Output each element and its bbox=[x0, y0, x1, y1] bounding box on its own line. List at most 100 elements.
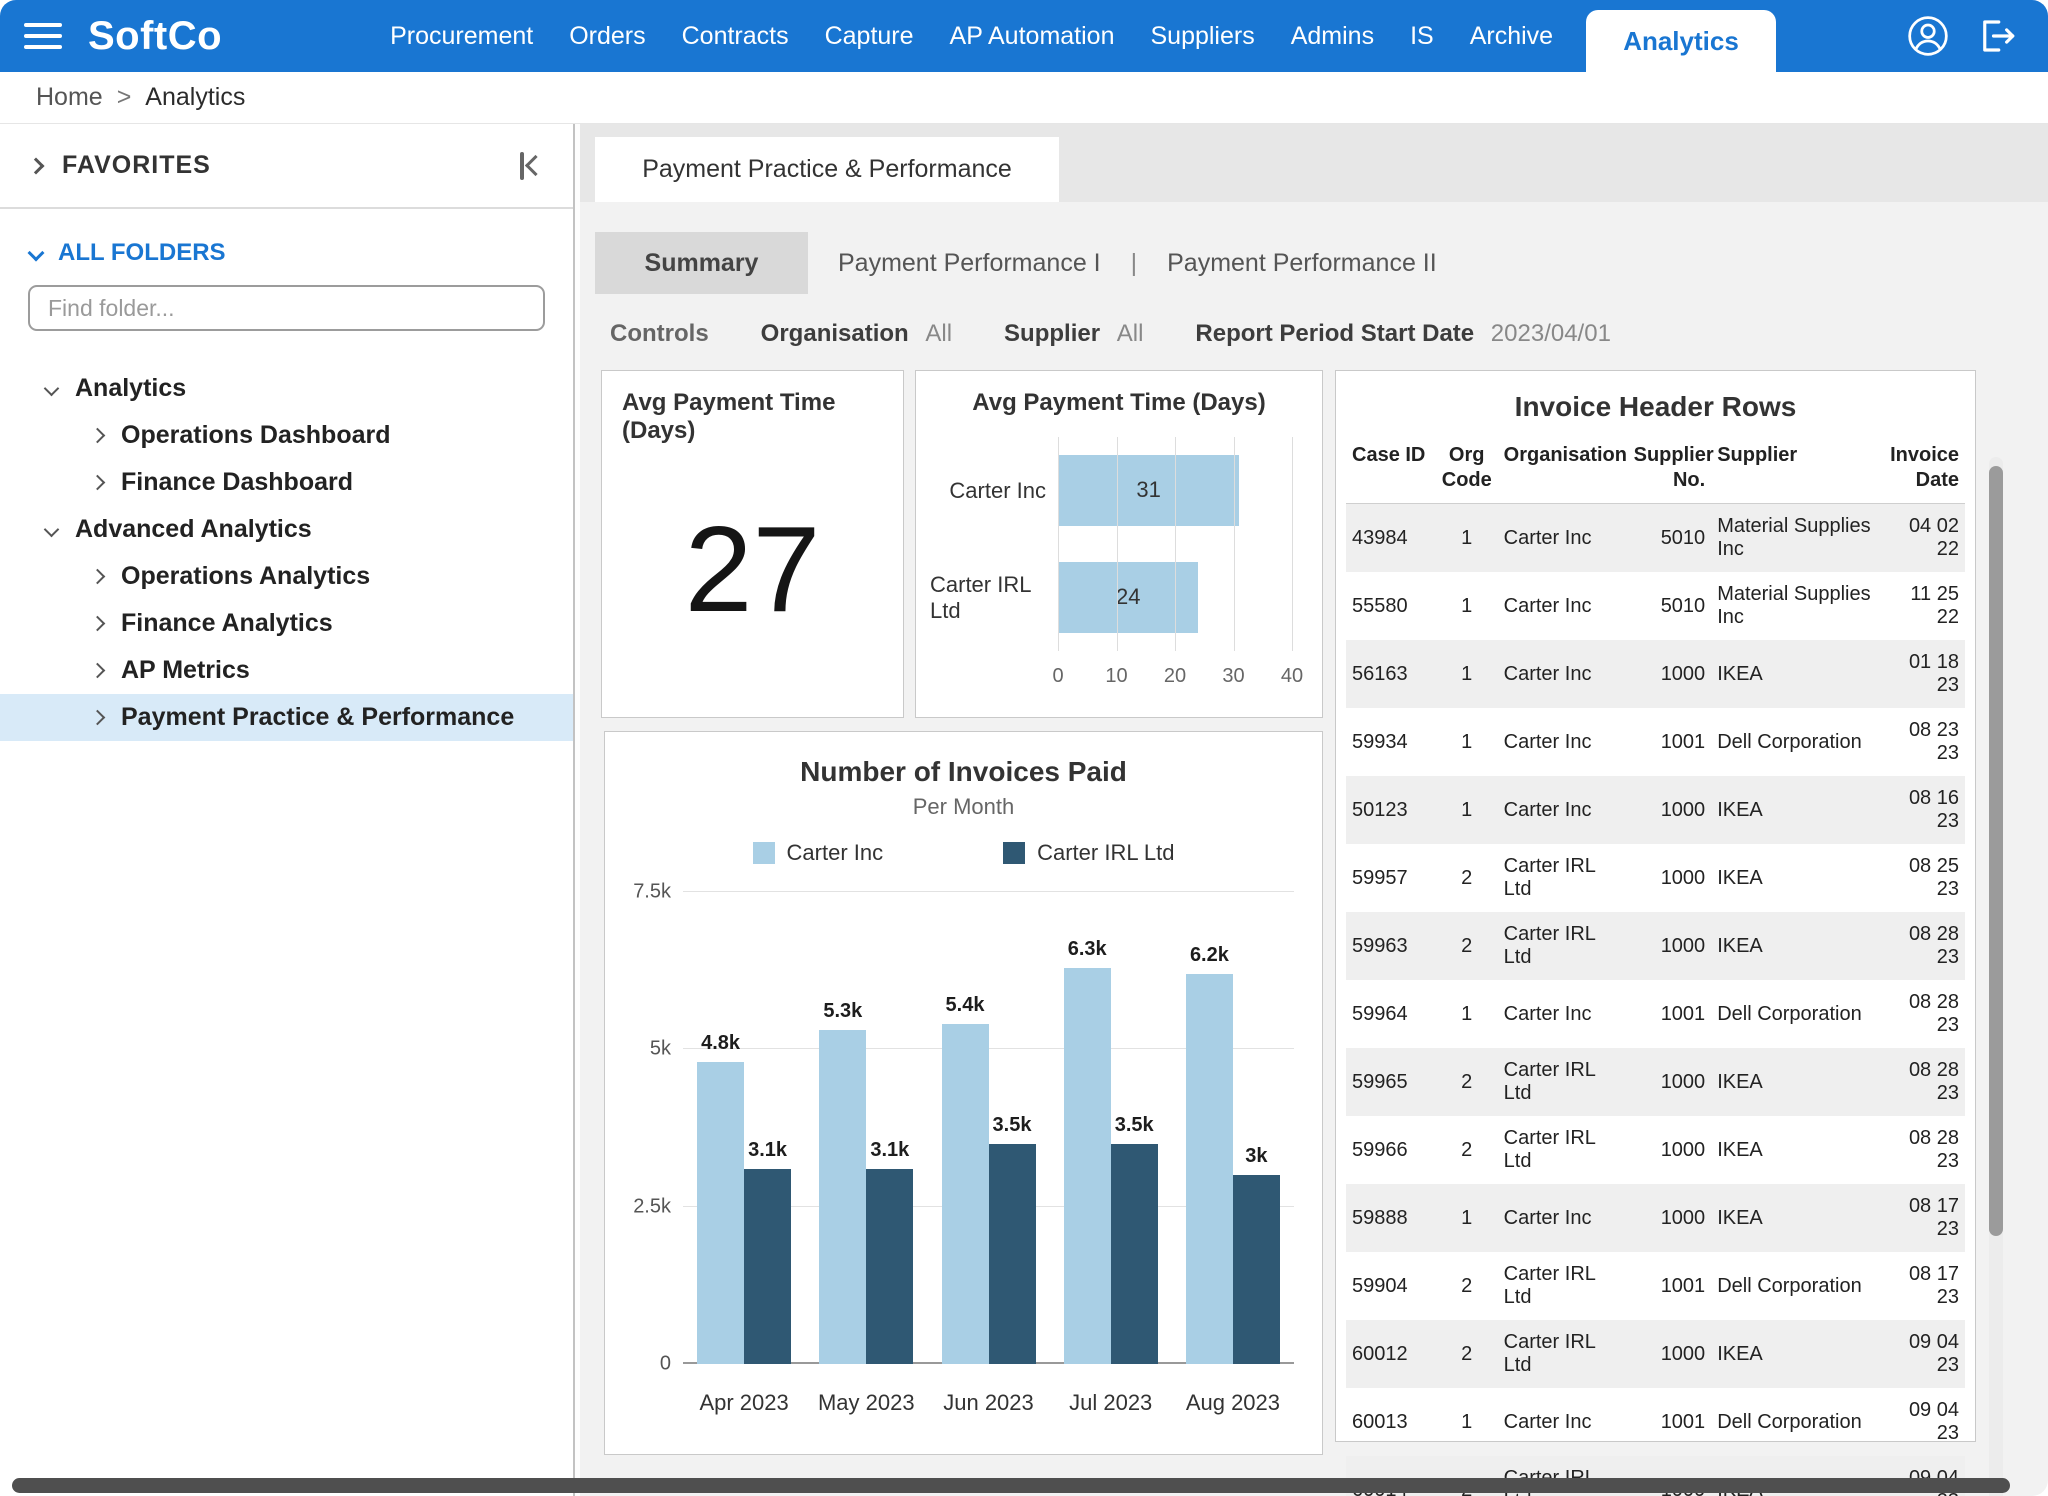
bar-may-2023-carter-inc[interactable]: 5.3k bbox=[819, 1030, 866, 1364]
table-row[interactable]: 600131Carter Inc1001Dell Corporation09 0… bbox=[1346, 1388, 1965, 1456]
logout-icon[interactable] bbox=[1976, 15, 2018, 57]
bar-apr-2023-carter-irl-ltd[interactable]: 3.1k bbox=[744, 1169, 791, 1364]
vertical-scrollbar[interactable] bbox=[1989, 457, 2003, 1496]
bar-jun-2023-carter-irl-ltd[interactable]: 3.5k bbox=[989, 1144, 1036, 1364]
nav-item-ap-automation[interactable]: AP Automation bbox=[932, 22, 1133, 51]
nav-item-archive[interactable]: Archive bbox=[1452, 22, 1571, 51]
breadcrumb-home[interactable]: Home bbox=[36, 83, 103, 112]
tree-item-operations-dashboard[interactable]: Operations Dashboard bbox=[0, 412, 573, 459]
breadcrumb-separator: > bbox=[117, 83, 132, 112]
bar-aug-2023-carter-irl-ltd[interactable]: 3k bbox=[1233, 1175, 1280, 1364]
filter-report-period-start-date[interactable]: Report Period Start Date 2023/04/01 bbox=[1195, 320, 1611, 348]
tree-item-advanced-analytics[interactable]: Advanced Analytics bbox=[0, 506, 573, 553]
table-row[interactable]: 599341Carter Inc1001Dell Corporation08 2… bbox=[1346, 708, 1965, 776]
tree-item-finance-analytics[interactable]: Finance Analytics bbox=[0, 600, 573, 647]
bar-carter-inc[interactable]: 31 bbox=[1058, 455, 1239, 526]
column-header-invoice-date[interactable]: Invoice Date bbox=[1881, 437, 1965, 504]
table-cell: Carter Inc bbox=[1498, 708, 1628, 776]
nav-item-contracts[interactable]: Contracts bbox=[664, 22, 807, 51]
tree-item-analytics[interactable]: Analytics bbox=[0, 365, 573, 412]
table-row[interactable]: 599641Carter Inc1001Dell Corporation08 2… bbox=[1346, 980, 1965, 1048]
column-header-case-id[interactable]: Case ID bbox=[1346, 437, 1436, 504]
tree-item-finance-dashboard[interactable]: Finance Dashboard bbox=[0, 459, 573, 506]
chevron-down-icon[interactable] bbox=[44, 381, 60, 397]
all-folders-toggle[interactable]: ALL FOLDERS bbox=[30, 237, 543, 269]
bar-carter-irl-ltd[interactable]: 24 bbox=[1058, 562, 1198, 633]
subtab-payment-performance-ii[interactable]: Payment Performance II bbox=[1137, 249, 1467, 278]
table-row[interactable]: 599652Carter IRL Ltd1000IKEA08 28 23 bbox=[1346, 1048, 1965, 1116]
filter-supplier[interactable]: Supplier All bbox=[1004, 320, 1143, 348]
gridline bbox=[1058, 437, 1059, 651]
table-row[interactable]: 555801Carter Inc5010Material Supplies In… bbox=[1346, 572, 1965, 640]
page-tab-payment-practice[interactable]: Payment Practice & Performance bbox=[595, 137, 1059, 202]
tree-item-operations-analytics[interactable]: Operations Analytics bbox=[0, 553, 573, 600]
table-row[interactable]: 599632Carter IRL Ltd1000IKEA08 28 23 bbox=[1346, 912, 1965, 980]
chevron-right-icon[interactable] bbox=[90, 663, 106, 679]
folder-search-input[interactable] bbox=[28, 285, 545, 331]
chevron-right-icon[interactable] bbox=[90, 569, 106, 585]
controls-label[interactable]: Controls bbox=[610, 320, 709, 348]
table-row[interactable]: 600122Carter IRL Ltd1000IKEA09 04 23 bbox=[1346, 1320, 1965, 1388]
table-cell: 2 bbox=[1436, 1320, 1498, 1388]
chevron-right-icon[interactable] bbox=[90, 428, 106, 444]
bar-jul-2023-carter-irl-ltd[interactable]: 3.5k bbox=[1111, 1144, 1158, 1364]
bar-group-aug-2023: 6.2k3k bbox=[1172, 892, 1294, 1364]
x-tick-label: 0 bbox=[1052, 665, 1063, 688]
chevron-right-icon[interactable] bbox=[90, 710, 106, 726]
table-row[interactable]: 501231Carter Inc1000IKEA08 16 23 bbox=[1346, 776, 1965, 844]
vertical-scrollbar-thumb[interactable] bbox=[1989, 466, 2003, 1236]
nav-item-orders[interactable]: Orders bbox=[551, 22, 663, 51]
column-header-org-code[interactable]: Org Code bbox=[1436, 437, 1498, 504]
table-cell: 60013 bbox=[1346, 1388, 1436, 1456]
folder-tree: AnalyticsOperations Dashboard Finance Das… bbox=[0, 365, 573, 741]
bar-may-2023-carter-irl-ltd[interactable]: 3.1k bbox=[866, 1169, 913, 1364]
chevron-right-icon[interactable] bbox=[28, 157, 45, 174]
column-header-supplier-no[interactable]: Supplier No. bbox=[1628, 437, 1712, 504]
bar-jun-2023-carter-inc[interactable]: 5.4k bbox=[942, 1024, 989, 1364]
table-row[interactable]: 598881Carter Inc1000IKEA08 17 23 bbox=[1346, 1184, 1965, 1252]
chevron-down-icon[interactable] bbox=[44, 522, 60, 538]
table-cell: 50123 bbox=[1346, 776, 1436, 844]
tree-item-label: Finance Dashboard bbox=[121, 468, 353, 497]
tree-item-payment-practice-performance[interactable]: Payment Practice & Performance bbox=[0, 694, 573, 741]
column-header-organisation[interactable]: Organisation bbox=[1498, 437, 1628, 504]
chevron-right-icon[interactable] bbox=[90, 616, 106, 632]
table-cell: Carter Inc bbox=[1498, 776, 1628, 844]
bar-jul-2023-carter-inc[interactable]: 6.3k bbox=[1064, 968, 1111, 1364]
filter-organisation[interactable]: Organisation All bbox=[761, 320, 952, 348]
table-row[interactable]: 599662Carter IRL Ltd1000IKEA08 28 23 bbox=[1346, 1116, 1965, 1184]
bar-apr-2023-carter-inc[interactable]: 4.8k bbox=[697, 1062, 744, 1364]
filter-label: Supplier bbox=[1004, 320, 1100, 347]
nav-tab-analytics[interactable]: Analytics bbox=[1586, 10, 1776, 72]
table-cell: Dell Corporation bbox=[1711, 708, 1881, 776]
table-cell: 5010 bbox=[1628, 504, 1712, 573]
favorites-label[interactable]: FAVORITES bbox=[62, 151, 520, 180]
tree-item-label: Advanced Analytics bbox=[75, 515, 312, 544]
horizontal-scrollbar[interactable] bbox=[12, 1478, 2010, 1493]
nav-item-suppliers[interactable]: Suppliers bbox=[1132, 22, 1272, 51]
chevron-right-icon[interactable] bbox=[90, 475, 106, 491]
table-row[interactable]: 439841Carter Inc5010Material Supplies In… bbox=[1346, 504, 1965, 573]
table-cell: 43984 bbox=[1346, 504, 1436, 573]
tree-item-ap-metrics[interactable]: AP Metrics bbox=[0, 647, 573, 694]
table-row[interactable]: 599572Carter IRL Ltd1000IKEA08 25 23 bbox=[1346, 844, 1965, 912]
column-header-supplier[interactable]: Supplier bbox=[1711, 437, 1881, 504]
menu-icon[interactable] bbox=[24, 23, 62, 49]
table-cell: 1000 bbox=[1628, 1184, 1712, 1252]
nav-item-procurement[interactable]: Procurement bbox=[372, 22, 551, 51]
subtab-payment-performance-i[interactable]: Payment Performance I bbox=[808, 249, 1131, 278]
subtab-summary[interactable]: Summary bbox=[595, 232, 808, 294]
table-row[interactable]: 561631Carter Inc1000IKEA01 18 23 bbox=[1346, 640, 1965, 708]
table-cell: 1 bbox=[1436, 572, 1498, 640]
table-cell: 1000 bbox=[1628, 844, 1712, 912]
table-row[interactable]: 599042Carter IRL Ltd1001Dell Corporation… bbox=[1346, 1252, 1965, 1320]
nav-item-is[interactable]: IS bbox=[1392, 22, 1452, 51]
nav-item-capture[interactable]: Capture bbox=[807, 22, 932, 51]
collapse-panel-icon[interactable] bbox=[520, 152, 543, 180]
table-cell: 1000 bbox=[1628, 776, 1712, 844]
bar-aug-2023-carter-inc[interactable]: 6.2k bbox=[1186, 974, 1233, 1364]
nav-item-admins[interactable]: Admins bbox=[1273, 22, 1392, 51]
table-cell: Carter IRL Ltd bbox=[1498, 1320, 1628, 1388]
account-icon[interactable] bbox=[1906, 14, 1950, 58]
table-cell: Carter IRL Ltd bbox=[1498, 1048, 1628, 1116]
